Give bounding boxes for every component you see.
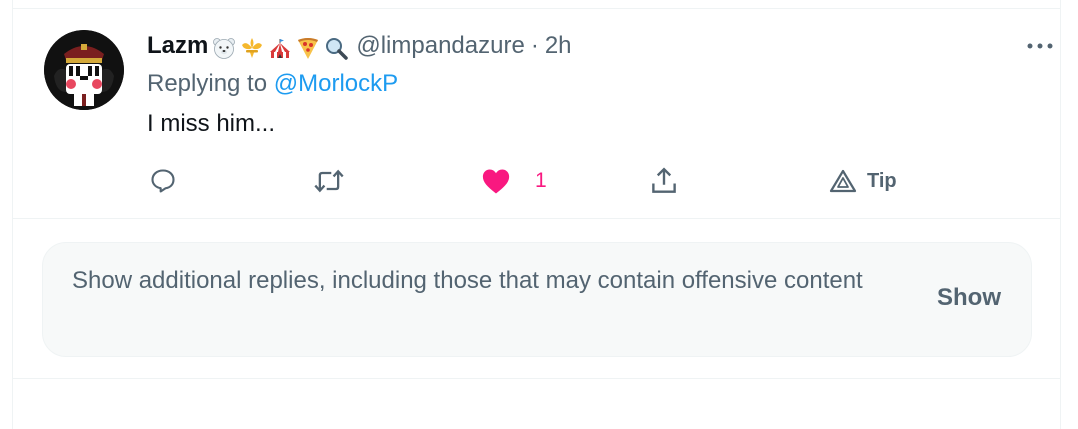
timestamp[interactable]: 2h [545, 32, 572, 60]
replying-to-link[interactable]: @MorlockP [274, 70, 398, 97]
reply-button[interactable] [149, 161, 177, 201]
tip-label: Tip [867, 169, 897, 192]
fleur-de-lis-icon [242, 38, 263, 58]
name-emojis [208, 34, 349, 60]
avatar[interactable] [44, 30, 124, 110]
display-name[interactable]: Lazm [147, 32, 208, 60]
tweet-header: Lazm @limpandazure · 2h [147, 31, 1036, 61]
tweet[interactable]: Lazm @limpandazure · 2h Replying to @Mor… [13, 9, 1060, 219]
additional-replies-banner: Show additional replies, including those… [42, 242, 1032, 357]
share-upload-icon [652, 167, 676, 193]
speech-bubble-icon [151, 169, 175, 193]
polar-bear-icon [213, 38, 236, 59]
retweet-icon [314, 169, 344, 193]
tweet-actions: 1 Tip [147, 161, 907, 201]
tweet-text: I miss him... [147, 110, 276, 137]
avatar-character-icon [44, 30, 124, 110]
like-count: 1 [535, 169, 547, 192]
additional-replies-text: Show additional replies, including those… [72, 267, 863, 294]
tweet-body: Lazm @limpandazure · 2h Replying to @Mor… [147, 31, 1036, 139]
circus-tent-icon [270, 39, 291, 58]
tip-button[interactable]: Tip [829, 161, 897, 201]
replying-to-prefix: Replying to [147, 70, 268, 97]
timeline-column: Lazm @limpandazure · 2h Replying to @Mor… [12, 0, 1061, 429]
show-button[interactable]: Show [937, 280, 1001, 316]
replying-to: Replying to @MorlockP [147, 69, 1036, 99]
heart-filled-icon [482, 169, 510, 194]
more-button[interactable] [1020, 31, 1060, 61]
retweet-button[interactable] [313, 161, 345, 201]
like-button[interactable]: 1 [481, 161, 547, 201]
tip-triangle-icon [829, 169, 857, 193]
more-dots-icon [1027, 43, 1053, 49]
bottom-divider [13, 378, 1060, 379]
magnifier-icon [326, 38, 349, 60]
separator-dot: · [530, 32, 539, 59]
pizza-icon [298, 38, 319, 59]
user-handle[interactable]: @limpandazure [356, 32, 524, 60]
share-button[interactable] [649, 161, 679, 201]
